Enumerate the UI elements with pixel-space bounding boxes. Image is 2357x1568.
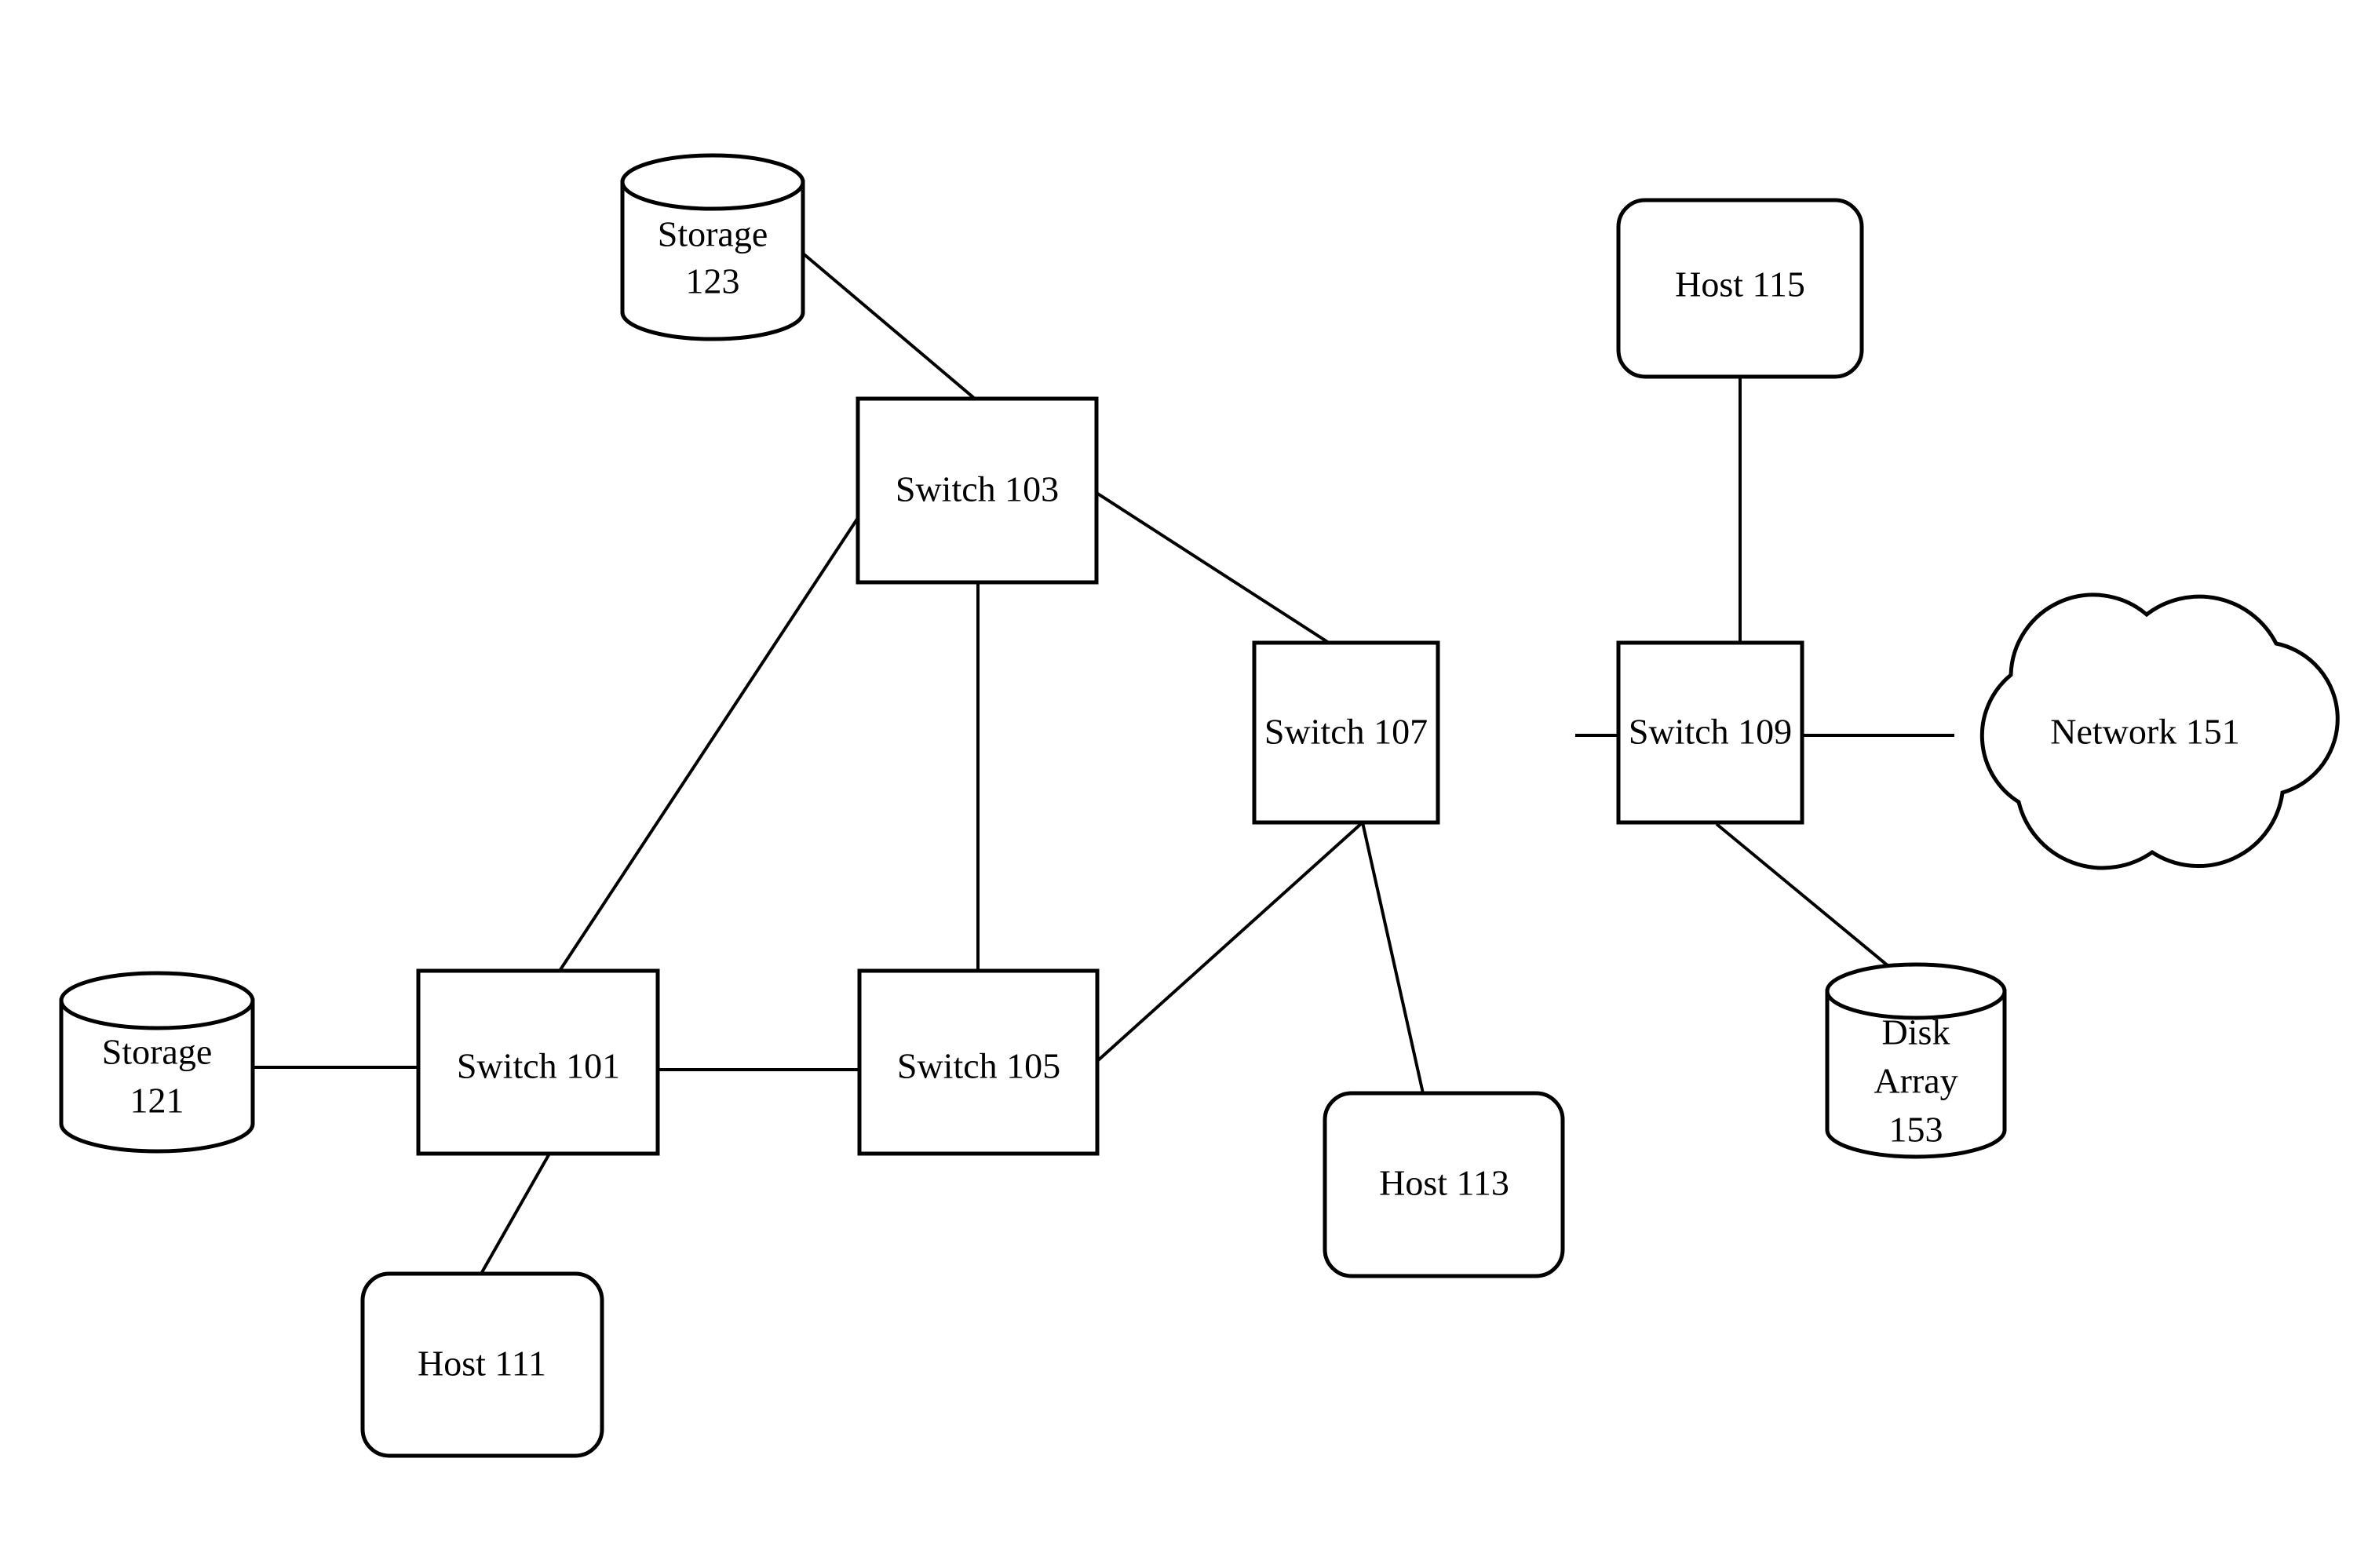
node-switch-101[interactable]: Switch 101 [416,968,660,1156]
storage-121-label-line1: Storage [102,1032,213,1072]
network-diagram-svg: Storage 123 Host 115 Switch 103 Switch 1… [59,153,2340,1458]
host-111-label: Host 111 [418,1344,546,1384]
node-storage-121[interactable]: Storage 121 [59,971,255,1154]
node-host-113[interactable]: Host 113 [1323,1091,1565,1278]
network-151-label: Network 151 [2050,712,2239,752]
edge-switch105-switch107 [1096,821,1364,1063]
node-disk-array-153[interactable]: Disk Array 153 [1825,962,2007,1159]
edge-storage123-switch103 [801,251,976,400]
node-host-111[interactable]: Host 111 [360,1271,604,1458]
host-115-label: Host 115 [1675,264,1805,304]
edge-switch101-switch103 [558,516,859,972]
edge-switch101-host111 [480,1153,551,1274]
switch-103-label: Switch 103 [896,469,1059,509]
storage-123-label-line1: Storage [658,214,768,254]
node-network-151[interactable]: Network 151 [1979,593,2340,870]
network-diagram-canvas: Storage 123 Host 115 Switch 103 Switch 1… [0,0,2357,1568]
switch-109-label: Switch 109 [1629,712,1792,752]
edge-switch103-switch107 [1095,491,1330,644]
cylinder-top-storage-123 [620,153,805,211]
switch-107-label: Switch 107 [1264,712,1428,752]
node-switch-103[interactable]: Switch 103 [856,396,1099,585]
disk-array-153-label-line3: 153 [1889,1110,1943,1150]
node-storage-123[interactable]: Storage 123 [620,153,805,341]
storage-121-label-line2: 121 [130,1081,184,1121]
edge-switch109-diskarray153 [1715,822,1913,986]
node-switch-107[interactable]: Switch 107 [1252,640,1440,825]
node-host-115[interactable]: Host 115 [1616,198,1864,379]
edge-switch107-host113 [1361,822,1425,1094]
node-switch-105[interactable]: Switch 105 [857,968,1100,1156]
node-switch-109[interactable]: Switch 109 [1616,640,1804,825]
disk-array-153-label-line2: Array [1874,1061,1957,1101]
storage-123-label-line2: 123 [686,261,740,301]
host-113-label: Host 113 [1379,1163,1509,1203]
switch-105-label: Switch 105 [897,1046,1060,1086]
cylinder-top-storage-121 [59,971,255,1030]
disk-array-153-label-line1: Disk [1882,1012,1950,1052]
switch-101-label: Switch 101 [457,1046,620,1086]
cylinder-top-disk-array-153 [1825,962,2007,1020]
